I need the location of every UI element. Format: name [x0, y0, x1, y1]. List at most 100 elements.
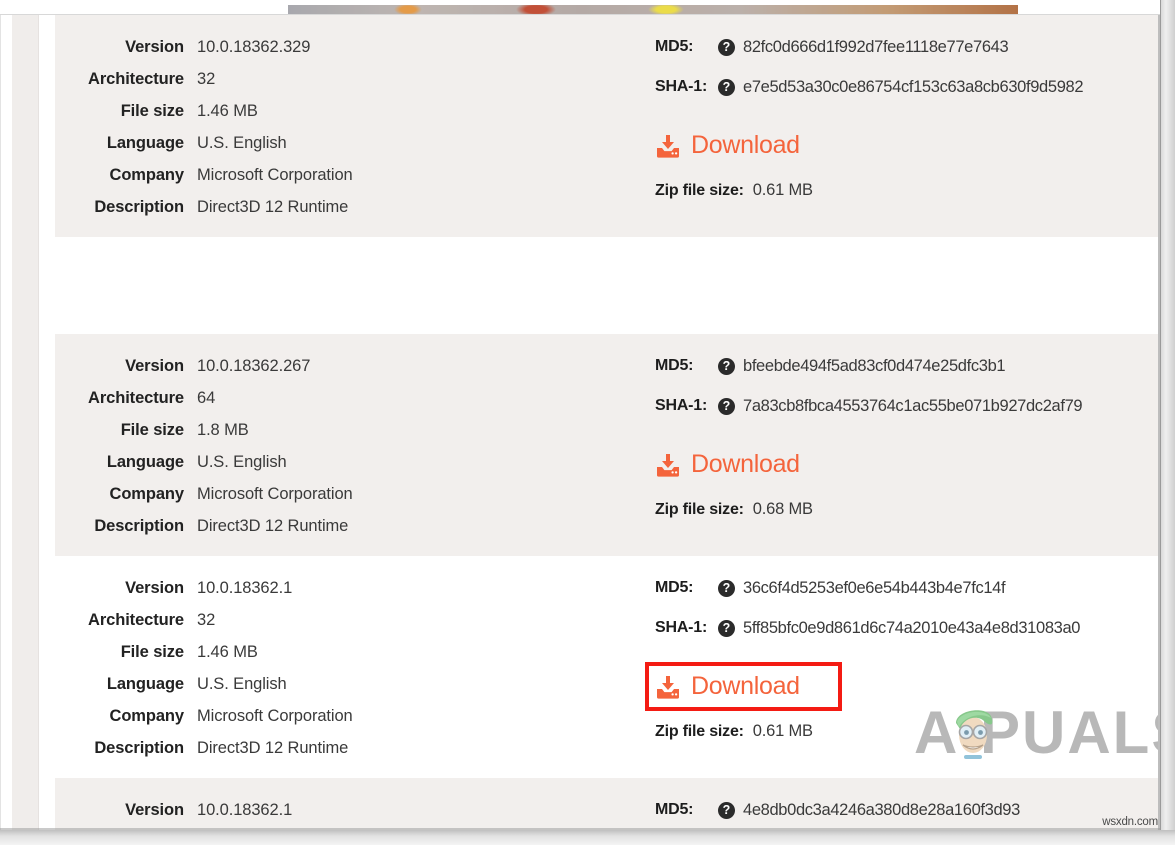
sha1-label: SHA-1:	[655, 397, 708, 414]
version-block: Version 10.0.18362.1 Architecture 32 Fil…	[55, 556, 1160, 778]
page-screenshot: Version 10.0.18362.329 Architecture 32 F…	[0, 0, 1175, 845]
detail-label: Company	[109, 706, 185, 725]
detail-value-language: U.S. English	[197, 133, 287, 152]
version-block: Version 10.0.18362.329 Architecture 32 F…	[55, 15, 1160, 237]
detail-value-architecture: 32	[197, 69, 216, 88]
detail-value-company: Microsoft Corporation	[197, 706, 353, 725]
detail-row-description: Description Direct3D 12 Runtime	[55, 510, 655, 542]
detail-value-description: Direct3D 12 Runtime	[197, 738, 349, 757]
md5-row: MD5: ? 36c6f4d5253ef0e6e54b443b4e7fc14f	[655, 572, 1160, 604]
detail-value-description: Direct3D 12 Runtime	[197, 197, 349, 216]
detail-label: Company	[109, 165, 185, 184]
left-gutter-edge	[38, 15, 39, 830]
sha1-value: 7a83cb8fbca4553764c1ac55be071b927dc2af79	[743, 396, 1083, 415]
detail-row-language: Language U.S. English	[55, 127, 655, 159]
top-banner-area	[0, 0, 1175, 14]
download-icon	[655, 453, 681, 477]
sha1-value: 5ff85bfc0e9d861d6c74a2010e43a4e8d31083a0	[743, 618, 1081, 637]
detail-label: Architecture	[88, 610, 184, 629]
version-details: Version 10.0.18362.1 Architecture 32 Fil…	[55, 556, 655, 778]
detail-value-version: 10.0.18362.1	[197, 578, 293, 597]
detail-value-version: 10.0.18362.329	[197, 37, 311, 56]
sha1-row: SHA-1: ? 7a83cb8fbca4553764c1ac55be071b9…	[655, 390, 1160, 422]
detail-label: Architecture	[88, 69, 184, 88]
block-separator	[55, 237, 1160, 334]
zip-file-size-value: 0.61 MB	[752, 721, 813, 740]
sha1-label: SHA-1:	[655, 619, 708, 636]
detail-label: Language	[106, 674, 184, 693]
help-icon[interactable]: ?	[718, 397, 735, 415]
md5-value: bfeebde494f5ad83cf0d474e25dfc3b1	[743, 356, 1006, 375]
detail-row-architecture: Architecture 32	[55, 604, 655, 636]
detail-value-architecture: 64	[197, 388, 216, 407]
md5-label: MD5:	[655, 801, 694, 818]
detail-label: Description	[94, 516, 184, 535]
hash-and-download-column: MD5: ? 36c6f4d5253ef0e6e54b443b4e7fc14f …	[645, 556, 1160, 778]
detail-label: Version	[125, 37, 184, 56]
help-icon[interactable]: ?	[718, 38, 735, 56]
help-icon[interactable]: ?	[718, 619, 735, 637]
cropped-banner-image	[288, 5, 1018, 14]
help-icon[interactable]: ?	[718, 579, 735, 597]
detail-row-architecture: Architecture 32	[55, 63, 655, 95]
download-label: Download	[691, 450, 800, 478]
hash-and-download-column: MD5: ? bfeebde494f5ad83cf0d474e25dfc3b1 …	[655, 334, 1160, 556]
download-list: Version 10.0.18362.329 Architecture 32 F…	[55, 15, 1160, 845]
download-link[interactable]: Download	[645, 662, 842, 711]
detail-label: File size	[120, 101, 184, 120]
detail-label: Version	[125, 800, 184, 819]
zip-file-size-row: Zip file size: 0.61 MB	[655, 181, 1160, 200]
help-icon[interactable]: ?	[718, 801, 735, 819]
source-watermark: wsxdn.com	[1102, 816, 1158, 828]
detail-row-version: Version 10.0.18362.329	[55, 31, 655, 63]
md5-row: MD5: ? 82fc0d666d1f992d7fee1118e77e7643	[655, 31, 1160, 63]
detail-row-language: Language U.S. English	[55, 446, 655, 478]
md5-row: MD5: ? bfeebde494f5ad83cf0d474e25dfc3b1	[655, 350, 1160, 382]
download-label: Download	[691, 131, 800, 159]
version-details: Version 10.0.18362.329 Architecture 32 F…	[55, 15, 655, 237]
detail-row-file-size: File size 1.46 MB	[55, 636, 655, 668]
detail-label: File size	[120, 420, 184, 439]
download-link[interactable]: Download	[655, 448, 804, 481]
zip-file-size-label: Zip file size:	[655, 722, 744, 740]
detail-value-company: Microsoft Corporation	[197, 165, 353, 184]
md5-value: 82fc0d666d1f992d7fee1118e77e7643	[743, 37, 1009, 56]
download-label: Download	[691, 672, 800, 700]
detail-row-version: Version 10.0.18362.267	[55, 350, 655, 382]
version-details: Version 10.0.18362.267 Architecture 64 F…	[55, 334, 655, 556]
detail-label: Version	[125, 578, 184, 597]
detail-row-architecture: Architecture 64	[55, 382, 655, 414]
zip-file-size-label: Zip file size:	[655, 181, 744, 199]
md5-value: 4e8db0dc3a4246a380d8e28a160f3d93	[743, 800, 1020, 819]
detail-row-file-size: File size 1.8 MB	[55, 414, 655, 446]
detail-label: File size	[120, 642, 184, 661]
detail-row-version: Version 10.0.18362.1	[55, 572, 655, 604]
detail-value-language: U.S. English	[197, 452, 287, 471]
left-gutter-strip	[12, 15, 38, 830]
detail-row-file-size: File size 1.46 MB	[55, 95, 655, 127]
scrollbar-strip[interactable]	[1160, 0, 1175, 845]
zip-file-size-row: Zip file size: 0.68 MB	[655, 500, 1160, 519]
detail-value-company: Microsoft Corporation	[197, 484, 353, 503]
download-link[interactable]: Download	[655, 129, 804, 162]
detail-row-version: Version 10.0.18362.1	[55, 794, 655, 826]
zip-file-size-label: Zip file size:	[655, 500, 744, 518]
detail-value-version: 10.0.18362.267	[197, 356, 311, 375]
detail-label: Language	[106, 452, 184, 471]
zip-file-size-row: Zip file size: 0.61 MB	[655, 722, 1160, 741]
md5-label: MD5:	[655, 579, 694, 596]
detail-row-company: Company Microsoft Corporation	[55, 159, 655, 191]
detail-row-description: Description Direct3D 12 Runtime	[55, 191, 655, 223]
detail-value-file-size: 1.46 MB	[197, 101, 258, 120]
detail-value-file-size: 1.46 MB	[197, 642, 258, 661]
md5-label: MD5:	[655, 38, 694, 55]
detail-row-language: Language U.S. English	[55, 668, 655, 700]
zip-file-size-value: 0.61 MB	[752, 180, 813, 199]
detail-value-version: 10.0.18362.1	[197, 800, 293, 819]
md5-value: 36c6f4d5253ef0e6e54b443b4e7fc14f	[743, 578, 1006, 597]
detail-value-file-size: 1.8 MB	[197, 420, 249, 439]
detail-label: Version	[125, 356, 184, 375]
detail-value-description: Direct3D 12 Runtime	[197, 516, 349, 535]
help-icon[interactable]: ?	[718, 78, 735, 96]
help-icon[interactable]: ?	[718, 357, 735, 375]
